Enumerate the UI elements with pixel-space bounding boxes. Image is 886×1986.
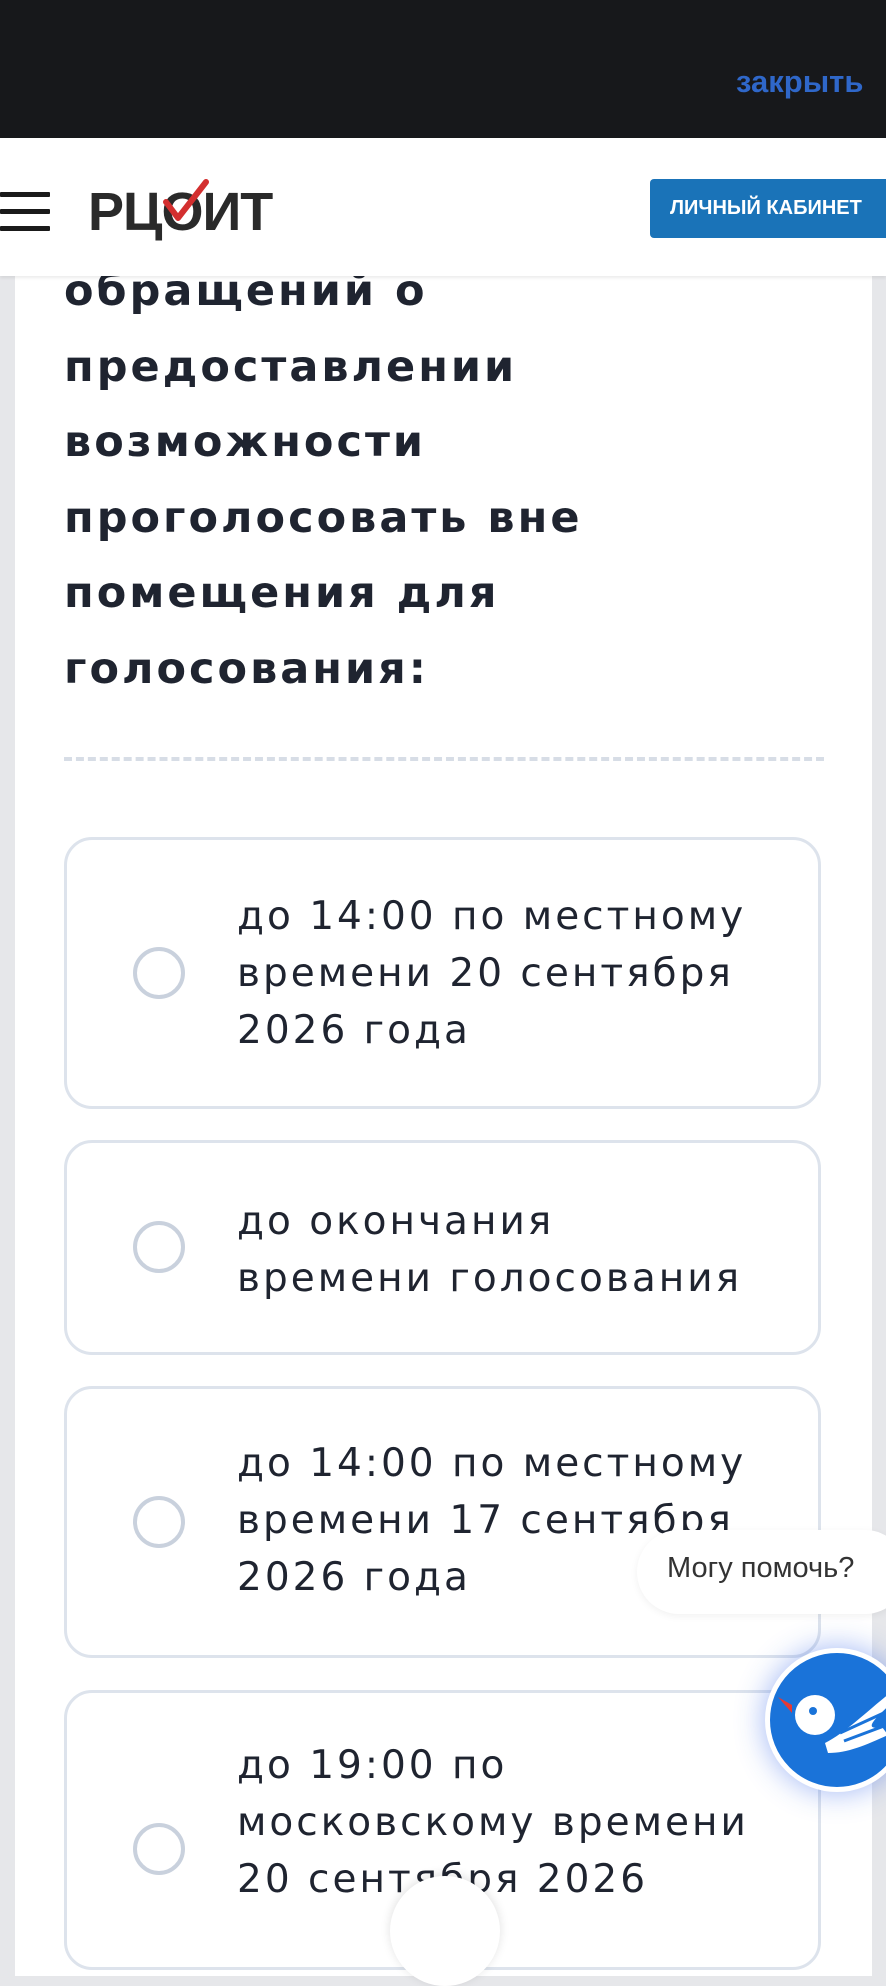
option-label: до 14:00 по местному времени 20 сентября… (237, 894, 747, 1053)
answer-option-1[interactable]: до 14:00 по местному времени 20 сентября… (64, 837, 821, 1109)
personal-account-button[interactable]: ЛИЧНЫЙ КАБИНЕТ (650, 179, 886, 238)
divider (64, 757, 824, 761)
logo-checkmark-icon (163, 179, 209, 221)
radio-button[interactable] (133, 947, 185, 999)
chat-assistant-icon[interactable] (765, 1648, 886, 1792)
question-text: обращений о предоставлении возможности п… (64, 266, 583, 694)
bird-hand-icon (778, 1695, 886, 1753)
scroll-button[interactable] (390, 1876, 500, 1986)
menu-icon[interactable] (0, 192, 50, 232)
help-bubble[interactable]: Могу помочь? (637, 1530, 886, 1614)
radio-button[interactable] (133, 1823, 185, 1875)
radio-button[interactable] (133, 1221, 185, 1273)
radio-button[interactable] (133, 1496, 185, 1548)
close-banner-link[interactable]: закрыть (736, 64, 863, 100)
option-label: до окончания времени голосования (237, 1199, 743, 1301)
answer-option-3[interactable]: до 14:00 по местному времени 17 сентября… (64, 1386, 821, 1658)
option-label: до 19:00 по московскому времени 20 сентя… (237, 1743, 749, 1902)
help-bubble-text: Могу помочь? (667, 1552, 855, 1584)
answer-option-2[interactable]: до окончания времени голосования (64, 1140, 821, 1355)
